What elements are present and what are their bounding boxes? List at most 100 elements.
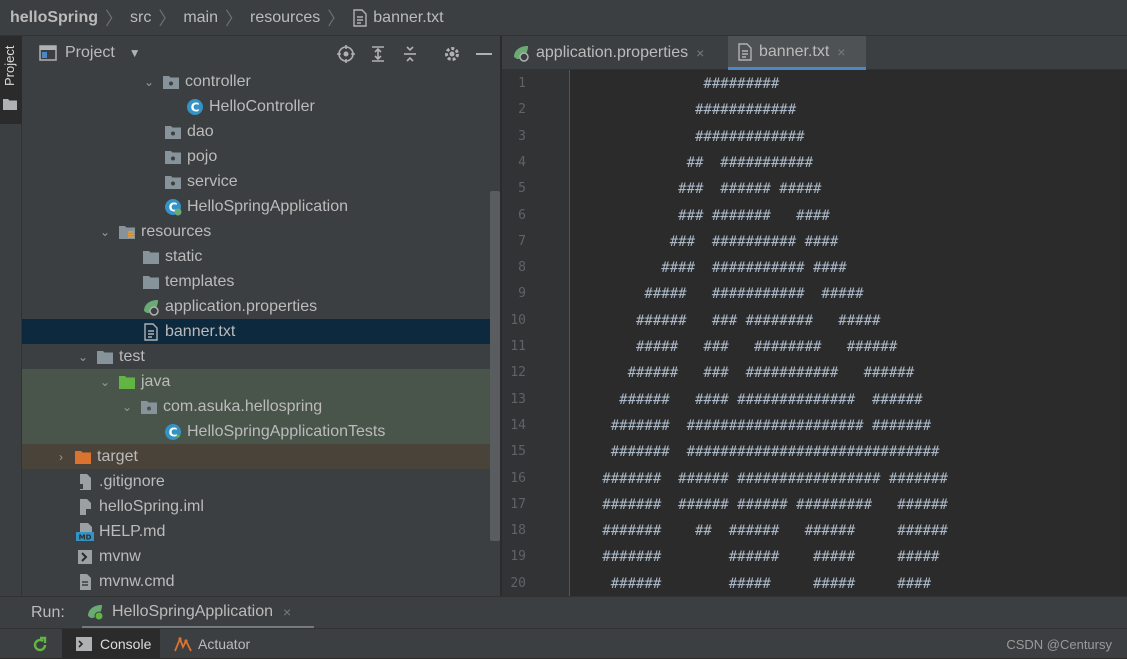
code-line: ###### #### ############## ######	[577, 391, 923, 408]
collapse-all-icon[interactable]	[400, 44, 420, 64]
breadcrumb-item-resources[interactable]: resources	[250, 9, 320, 27]
tree-item-com-asuka-hellospring[interactable]: ⌄ com.asuka.hellospring	[22, 394, 500, 419]
chevron-down-icon[interactable]: ⌄	[98, 375, 112, 389]
tree-item-resources[interactable]: ⌄ resources	[22, 219, 500, 244]
close-icon[interactable]: ×	[283, 604, 291, 620]
chevron-right-icon[interactable]: ›	[54, 450, 68, 464]
code-line: ####### ## ###### ###### ######	[577, 523, 948, 540]
expand-all-icon[interactable]	[368, 44, 388, 64]
tree-item-pojo[interactable]: pojo	[22, 144, 500, 169]
code-line: ###### ### ######## #####	[577, 312, 881, 329]
tree-item-java[interactable]: ⌄ java	[22, 369, 500, 394]
folder-icon	[142, 273, 160, 291]
chevron-down-icon[interactable]: ⌄	[98, 225, 112, 239]
line-number: 12	[510, 365, 526, 381]
tree-item-service[interactable]: service	[22, 169, 500, 194]
gear-icon[interactable]	[442, 44, 462, 64]
tree-item-mvnw[interactable]: mvnw	[22, 544, 500, 569]
breadcrumb-item-project[interactable]: helloSpring	[10, 9, 98, 27]
tree-item-test[interactable]: ⌄ test	[22, 344, 500, 369]
tab-application-properties[interactable]: application.properties ×	[512, 36, 704, 70]
chevron-down-icon[interactable]: ▼	[129, 46, 141, 60]
tree-item-gitignore[interactable]: .gitignore	[22, 469, 500, 494]
tree-item-mvnw-cmd[interactable]: mvnw.cmd	[22, 569, 500, 594]
tree-item-label: HelloSpringApplication	[187, 197, 348, 215]
line-number: 2	[518, 102, 526, 118]
line-number: 15	[510, 444, 526, 460]
line-number: 6	[518, 207, 526, 223]
line-number: 14	[510, 417, 526, 433]
breadcrumb-item-banner[interactable]: banner.txt	[352, 9, 444, 27]
breadcrumb: helloSpring 〉 src 〉 main 〉 resources 〉 b…	[0, 0, 1127, 36]
tab-label: application.properties	[536, 44, 689, 61]
console-icon	[76, 637, 92, 651]
tree-item-label: HelloSpringApplicationTests	[187, 422, 386, 440]
tree-item-templates[interactable]: templates	[22, 269, 500, 294]
tree-item-label: target	[97, 447, 138, 465]
excluded-folder-icon	[74, 448, 92, 466]
tab-console[interactable]: Console	[62, 629, 160, 659]
run-config-label: HelloSpringApplication	[112, 602, 273, 620]
breadcrumb-separator-icon: 〉	[105, 8, 123, 29]
code-line: ##### ########### #####	[577, 286, 864, 303]
tree-item-label: dao	[187, 122, 214, 140]
text-file-icon	[142, 322, 160, 341]
editor-text-area[interactable]: ######### ############ ############# ## …	[571, 70, 1127, 596]
tree-item-hellospringapplicationtests[interactable]: C HelloSpringApplicationTests	[22, 419, 500, 444]
tree-item-hellospringapplication[interactable]: C HelloSpringApplication	[22, 194, 500, 219]
line-number: 9	[518, 286, 526, 302]
tree-item-label: service	[187, 172, 238, 190]
rerun-icon[interactable]	[30, 635, 50, 655]
run-toolbar: Console Actuator CSDN @Centursy	[0, 628, 1127, 659]
cmd-file-icon	[76, 573, 94, 591]
tree-item-dao[interactable]: dao	[22, 119, 500, 144]
line-number: 17	[510, 496, 526, 512]
code-line: ###### ### ########### ######	[577, 365, 915, 382]
line-number: 4	[518, 154, 526, 170]
chevron-down-icon[interactable]: ⌄	[76, 350, 90, 364]
tree-item-controller[interactable]: ⌄ controller	[22, 69, 500, 94]
code-line: ############	[577, 102, 797, 119]
close-icon[interactable]: ×	[837, 44, 845, 60]
line-number: 1	[518, 76, 526, 91]
line-number-gutter: 1 2 3 4 5 6 7 8 9 10 11 12 13 14 15 16 17 18 19 20	[502, 70, 570, 596]
project-tool-window-button[interactable]: Project	[0, 36, 22, 124]
tree-item-banner-txt[interactable]: banner.txt	[22, 319, 500, 344]
run-tool-window-bar: Run: HelloSpringApplication ×	[0, 596, 1127, 629]
code-line: ##### ### ######## ######	[577, 339, 898, 355]
project-panel-header: Project ▼	[22, 36, 500, 70]
tab-actuator[interactable]: Actuator	[174, 629, 250, 659]
locate-icon[interactable]	[336, 44, 356, 64]
line-number: 5	[518, 181, 526, 197]
tree-item-label: banner.txt	[165, 322, 236, 340]
tree-item-label: com.asuka.hellospring	[163, 397, 323, 415]
code-line: ####### ##############################	[577, 444, 940, 461]
folder-icon	[142, 248, 160, 266]
breadcrumb-separator-icon: 〉	[327, 8, 346, 29]
tree-item-hellocontroller[interactable]: C HelloController	[22, 94, 500, 119]
close-icon[interactable]: ×	[696, 45, 704, 61]
shell-file-icon	[76, 548, 94, 566]
tree-item-static[interactable]: static	[22, 244, 500, 269]
project-stripe-label: Project	[2, 45, 17, 86]
breadcrumb-item-src[interactable]: src	[130, 9, 151, 27]
tab-label: Console	[100, 636, 152, 652]
run-config-tab[interactable]: HelloSpringApplication ×	[82, 597, 314, 629]
line-number: 3	[518, 128, 526, 144]
tree-item-help-md[interactable]: MD HELP.md	[22, 519, 500, 544]
chevron-down-icon[interactable]: ⌄	[142, 75, 156, 89]
tree-item-target[interactable]: › target	[22, 444, 500, 469]
tab-banner-txt[interactable]: banner.txt ×	[728, 36, 866, 70]
tree-item-hellospring-iml[interactable]: helloSpring.iml	[22, 494, 500, 519]
hide-panel-icon[interactable]	[474, 44, 494, 64]
breadcrumb-item-main[interactable]: main	[183, 9, 218, 27]
spring-properties-icon	[142, 298, 160, 316]
tree-item-label: test	[119, 347, 145, 365]
test-source-folder-icon	[118, 373, 136, 391]
tree-item-application-properties[interactable]: application.properties	[22, 294, 500, 319]
tree-item-label: static	[165, 247, 203, 265]
project-panel-title[interactable]: Project	[65, 44, 115, 62]
chevron-down-icon[interactable]: ⌄	[120, 400, 134, 414]
spring-boot-run-icon	[88, 604, 104, 620]
tree-scrollbar[interactable]	[490, 191, 500, 541]
